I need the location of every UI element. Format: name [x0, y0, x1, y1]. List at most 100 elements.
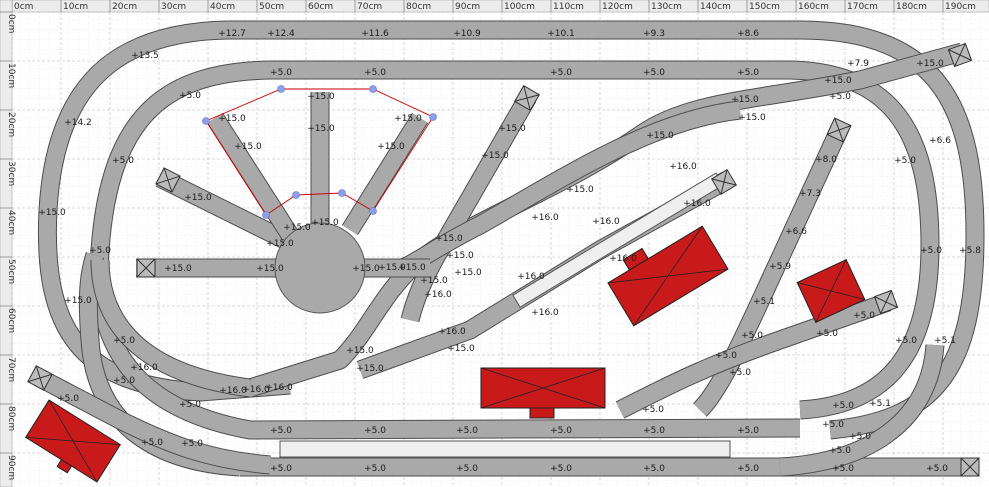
elevation-label: +12.7 — [218, 29, 246, 39]
ruler-y-label: 90cm — [6, 455, 16, 480]
elevation-label: +15.0 — [398, 263, 426, 273]
elevation-label: +16.0 — [531, 213, 559, 223]
elevation-label: +16.0 — [592, 217, 620, 227]
elevation-label: +16.0 — [424, 290, 452, 300]
elevation-label: +5.0 — [57, 394, 79, 404]
elevation-label: +16.0 — [531, 308, 559, 318]
elevation-label: +15.0 — [311, 218, 339, 228]
elevation-label: +15.0 — [256, 264, 284, 274]
elevation-label: +5.0 — [822, 420, 844, 430]
selection-handle[interactable] — [292, 191, 300, 199]
elevation-label: +5.0 — [113, 376, 135, 386]
ruler-x-label: 0cm — [14, 2, 33, 12]
elevation-label: +15.0 — [184, 193, 212, 203]
elevation-label: +5.0 — [729, 368, 751, 378]
ruler-x-label: 170cm — [847, 2, 878, 12]
elevation-label: +15.0 — [916, 59, 944, 69]
ruler-x-label: 80cm — [406, 2, 431, 12]
elevation-label: +5.0 — [849, 432, 871, 442]
elevation-label: +6.6 — [929, 136, 951, 146]
elevation-label: +15.0 — [283, 223, 311, 233]
elevation-label: +5.0 — [456, 426, 478, 436]
elevation-label: +5.0 — [832, 464, 854, 474]
elevation-label: +6.6 — [785, 227, 807, 237]
ruler-x-label: 150cm — [749, 2, 780, 12]
elevation-label: +15.0 — [164, 264, 192, 274]
elevation-label: +8.6 — [737, 29, 759, 39]
track-layout-canvas[interactable]: +12.7 +12.4 +11.6 +10.9 +10.1 +9.3 +8.6 +13.5 +7… — [0, 0, 989, 487]
ruler-x-label: 130cm — [651, 2, 682, 12]
elevation-label: +15.0 — [64, 296, 92, 306]
platform-bottom[interactable] — [279, 440, 731, 458]
ruler-y-label: 60cm — [6, 308, 16, 333]
selection-handle[interactable] — [429, 113, 437, 121]
elevation-label: +15.0 — [566, 185, 594, 195]
elevation-label: +16.0 — [683, 199, 711, 209]
ruler-x-label: 40cm — [210, 2, 235, 12]
ruler-x-label: 140cm — [700, 2, 731, 12]
elevation-label: +10.1 — [547, 29, 575, 39]
elevation-label: +8.0 — [815, 155, 837, 165]
elevation-label: +5.0 — [643, 68, 665, 78]
ruler-y-label: 30cm — [6, 161, 16, 186]
selection-handle[interactable] — [369, 207, 377, 215]
elevation-label: +15.0 — [435, 234, 463, 244]
ruler-y-label: 50cm — [6, 259, 16, 284]
ruler-top: 0cm 10cm 20cm 30cm 40cm 50cm 60cm 70cm 80cm 90cm 1… — [0, 0, 989, 13]
elevation-label: +5.0 — [364, 68, 386, 78]
elevation-label: +15.0 — [352, 264, 380, 274]
elevation-label: +15.0 — [446, 251, 474, 261]
elevation-label: +15.0 — [738, 113, 766, 123]
elevation-label: +5.0 — [364, 426, 386, 436]
elevation-label: +5.9 — [769, 262, 791, 272]
elevation-label: +15.0 — [266, 239, 294, 249]
ruler-x-label: 70cm — [357, 2, 382, 12]
elevation-label: +16.0 — [265, 383, 293, 393]
elevation-label: +15.0 — [307, 124, 335, 134]
elevation-label: +5.0 — [829, 446, 851, 456]
elevation-label: +5.0 — [270, 68, 292, 78]
elevation-label: +12.4 — [267, 29, 295, 39]
elevation-label: +5.0 — [643, 426, 665, 436]
elevation-label: +5.0 — [741, 331, 763, 341]
elevation-label: +5.0 — [270, 426, 292, 436]
selection-handle[interactable] — [202, 117, 210, 125]
ruler-x-label: 20cm — [112, 2, 137, 12]
selection-handle[interactable] — [262, 211, 270, 219]
ruler-y-label: 80cm — [6, 406, 16, 431]
ruler-y-label: 0cm — [6, 14, 16, 33]
elevation-label: +16.0 — [130, 363, 158, 373]
ruler-x-label: 90cm — [455, 2, 480, 12]
elevation-label: +15.0 — [646, 131, 674, 141]
ruler-x-label: 30cm — [161, 2, 186, 12]
elevation-label: +14.2 — [64, 118, 92, 128]
elevation-label: +7.3 — [799, 189, 821, 199]
selection-handle[interactable] — [338, 189, 346, 197]
elevation-label: +5.0 — [181, 439, 203, 449]
elevation-label: +5.0 — [456, 464, 478, 474]
elevation-label: +15.0 — [38, 208, 66, 218]
ruler-x-label: 190cm — [945, 2, 976, 12]
elevation-label: +5.0 — [737, 426, 759, 436]
elevation-label: +5.0 — [270, 464, 292, 474]
elevation-label: +15.0 — [731, 95, 759, 105]
ruler-x-label: 120cm — [602, 2, 633, 12]
elevation-label: +15.0 — [377, 142, 405, 152]
ruler-x-label: 50cm — [259, 2, 284, 12]
ruler-x-label: 100cm — [504, 2, 535, 12]
elevation-label: +15.0 — [356, 364, 384, 374]
selection-handle[interactable] — [369, 85, 377, 93]
elevation-label: +5.1 — [753, 297, 775, 307]
elevation-label: +7.9 — [847, 59, 869, 69]
elevation-label: +15.0 — [824, 76, 852, 86]
elevation-label: +5.0 — [179, 91, 201, 101]
elevation-label: +10.9 — [453, 29, 481, 39]
elevation-label: +5.0 — [112, 156, 134, 166]
elevation-label: +5.0 — [737, 464, 759, 474]
elevation-label: +5.1 — [869, 399, 891, 409]
elevation-label: +15.0 — [498, 124, 526, 134]
ruler-y-label: 20cm — [6, 112, 16, 137]
elevation-label: +5.0 — [179, 400, 201, 410]
selection-handle[interactable] — [277, 85, 285, 93]
elevation-label: +5.0 — [550, 426, 572, 436]
